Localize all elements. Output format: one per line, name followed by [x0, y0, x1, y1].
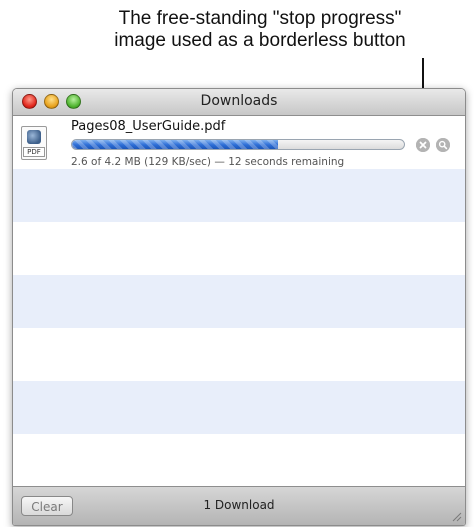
- download-progress-fill: [72, 140, 278, 149]
- download-count: 1 Download: [203, 498, 275, 512]
- download-progress-bar: [71, 139, 405, 150]
- stop-download-button[interactable]: [416, 138, 430, 152]
- download-file-name: Pages08_UserGuide.pdf: [71, 119, 226, 134]
- download-row[interactable]: PDF Pages08_UserGuide.pdf 2.6 of 4.2 MB …: [13, 116, 465, 169]
- annotation-line-1: The free-standing "stop progress": [118, 8, 402, 29]
- reveal-in-finder-button[interactable]: [436, 138, 450, 152]
- title-bar[interactable]: Downloads: [13, 89, 465, 116]
- downloads-list[interactable]: PDF Pages08_UserGuide.pdf 2.6 of 4.2 MB …: [13, 116, 465, 485]
- magnifier-icon: [436, 138, 450, 152]
- figure: The free-standing "stop progress" image …: [0, 0, 474, 527]
- bottom-bar: Clear 1 Download: [13, 486, 465, 525]
- annotation-callout: The free-standing "stop progress" image …: [60, 8, 460, 52]
- resize-grip-icon[interactable]: [450, 510, 462, 522]
- window-title: Downloads: [200, 93, 278, 109]
- downloads-window: Downloads PDF Pages08_UserGuide.pdf 2.6 …: [12, 88, 466, 526]
- download-status-text: 2.6 of 4.2 MB (129 KB/sec) — 12 seconds …: [71, 156, 345, 168]
- stop-progress-icon: [416, 138, 430, 152]
- pdf-file-icon: PDF: [21, 126, 47, 160]
- annotation-line-2: image used as a borderless button: [114, 30, 406, 51]
- file-type-label: PDF: [23, 147, 45, 157]
- preview-glyph-icon: [27, 130, 41, 144]
